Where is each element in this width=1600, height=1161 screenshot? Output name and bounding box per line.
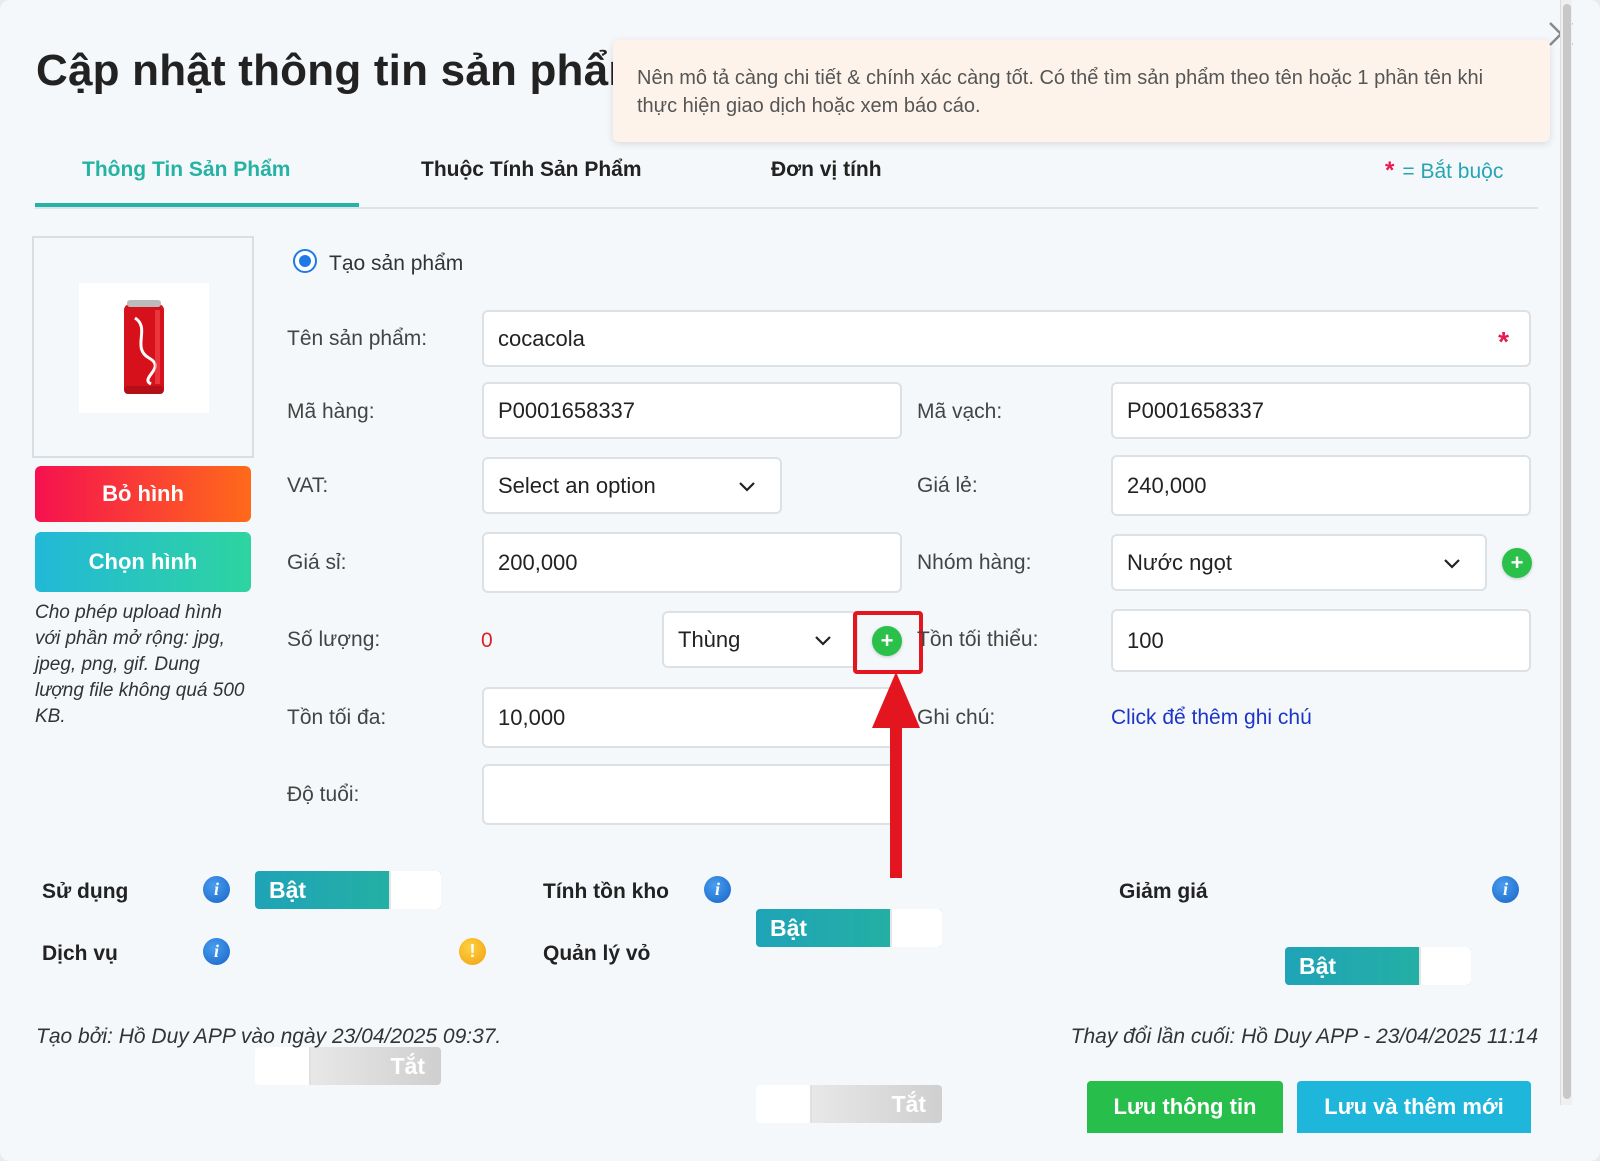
- use-label: Sử dụng: [42, 880, 129, 903]
- add-group-button[interactable]: +: [1502, 548, 1532, 578]
- sku-value: P0001658337: [498, 397, 636, 423]
- use-toggle[interactable]: Bật: [255, 871, 441, 909]
- required-legend: * = Bắt buộc: [1385, 157, 1503, 185]
- stock-tracking-toggle-state: Bật: [770, 915, 808, 941]
- max-stock-input[interactable]: 10,000: [482, 687, 902, 748]
- min-stock-input[interactable]: 100: [1111, 609, 1531, 672]
- choose-image-button[interactable]: Chọn hình: [35, 532, 251, 592]
- wholesale-price-value: 200,000: [498, 549, 578, 575]
- service-toggle-state: Tắt: [390, 1053, 426, 1079]
- info-icon[interactable]: i: [203, 938, 230, 965]
- toggle-knob: [255, 1047, 311, 1085]
- plus-icon: +: [1510, 550, 1524, 575]
- coca-cola-can-image: [124, 300, 164, 394]
- scrollbar[interactable]: [1560, 0, 1572, 1105]
- active-tab-indicator: [35, 203, 359, 207]
- toggle-knob: [1419, 947, 1471, 985]
- discount-toggle-state: Bật: [1299, 953, 1337, 979]
- min-stock-label: Tồn tối thiểu:: [917, 628, 1039, 651]
- warning-icon[interactable]: !: [459, 938, 486, 965]
- wholesale-price-label: Giá sỉ:: [287, 551, 347, 574]
- toggle-knob: [389, 871, 441, 909]
- retail-price-value: 240,000: [1127, 472, 1207, 498]
- add-note-link[interactable]: Click để thêm ghi chú: [1111, 706, 1312, 730]
- page-title: Cập nhật thông tin sản phẩm: [36, 46, 648, 95]
- info-icon[interactable]: i: [1492, 876, 1519, 903]
- barcode-label: Mã vạch:: [917, 400, 1003, 423]
- max-stock-label: Tồn tối đa:: [287, 706, 387, 729]
- tabs-divider: [35, 207, 1538, 209]
- required-star: *: [1498, 326, 1509, 357]
- age-label: Độ tuổi:: [287, 783, 360, 806]
- discount-toggle[interactable]: Bật: [1285, 947, 1471, 985]
- unit-value: Thùng: [678, 626, 741, 652]
- shell-management-label: Quản lý vỏ: [543, 942, 651, 965]
- retail-price-label: Giá lẻ:: [917, 474, 978, 497]
- wholesale-price-input[interactable]: 200,000: [482, 532, 902, 593]
- upload-note: Cho phép upload hình với phần mở rộng: j…: [35, 602, 245, 727]
- tab-product-info[interactable]: Thông Tin Sản Phẩm: [82, 158, 290, 182]
- toggle-knob: [756, 1085, 812, 1123]
- modified-info: Thay đổi lần cuối: Hồ Duy APP - 23/04/20…: [1070, 1025, 1538, 1048]
- use-toggle-state: Bật: [269, 877, 307, 903]
- product-group-select[interactable]: Nước ngọt: [1111, 534, 1487, 591]
- vat-value: Select an option: [498, 472, 656, 498]
- service-toggle[interactable]: Tắt: [255, 1047, 441, 1085]
- info-icon[interactable]: i: [203, 876, 230, 903]
- discount-label: Giảm giá: [1119, 880, 1208, 903]
- tab-units[interactable]: Đơn vị tính: [771, 158, 882, 182]
- product-image: [79, 283, 209, 413]
- stock-tracking-toggle[interactable]: Bật: [756, 909, 942, 947]
- chevron-down-icon: [815, 635, 831, 646]
- product-name-value: cocacola: [498, 325, 585, 351]
- product-name-label: Tên sản phẩm:: [287, 327, 428, 350]
- retail-price-input[interactable]: 240,000: [1111, 455, 1531, 516]
- product-group-label: Nhóm hàng:: [917, 551, 1032, 574]
- create-product-radio[interactable]: [293, 249, 317, 273]
- scrollbar-thumb[interactable]: [1563, 4, 1571, 1099]
- created-info: Tạo bởi: Hồ Duy APP vào ngày 23/04/2025 …: [36, 1025, 502, 1048]
- annotation-arrow: [872, 672, 920, 878]
- product-group-value: Nước ngọt: [1127, 549, 1232, 575]
- chevron-down-icon: [1444, 558, 1460, 569]
- chevron-down-icon: [739, 481, 755, 492]
- create-product-label: Tạo sản phẩm: [329, 252, 464, 275]
- min-stock-value: 100: [1127, 627, 1164, 653]
- required-legend-text: = Bắt buộc: [1402, 160, 1504, 183]
- product-modal: Cập nhật thông tin sản phẩm Nên mô tả cà…: [0, 0, 1600, 1161]
- toggle-knob: [890, 909, 942, 947]
- service-label: Dịch vụ: [42, 942, 118, 965]
- quantity-value: 0: [481, 629, 493, 652]
- highlight-box: [853, 611, 923, 674]
- product-image-box: [32, 236, 254, 458]
- product-name-input[interactable]: cocacola *: [482, 310, 1531, 367]
- sku-input[interactable]: P0001658337: [482, 382, 902, 439]
- age-input[interactable]: [482, 764, 902, 825]
- vat-select[interactable]: Select an option: [482, 457, 782, 514]
- save-button[interactable]: Lưu thông tin: [1087, 1081, 1283, 1133]
- shell-management-toggle[interactable]: Tắt: [756, 1085, 942, 1123]
- unit-select[interactable]: Thùng: [662, 611, 858, 668]
- note-label: Ghi chú:: [917, 706, 996, 729]
- info-icon[interactable]: i: [704, 876, 731, 903]
- barcode-input[interactable]: P0001658337: [1111, 382, 1531, 439]
- shell-management-toggle-state: Tắt: [891, 1091, 927, 1117]
- max-stock-value: 10,000: [498, 704, 566, 730]
- vat-label: VAT:: [287, 474, 329, 497]
- help-tooltip: Nên mô tả càng chi tiết & chính xác càng…: [613, 40, 1550, 142]
- remove-image-button[interactable]: Bỏ hình: [35, 466, 251, 522]
- stock-tracking-label: Tính tồn kho: [543, 880, 669, 903]
- required-star: *: [1385, 157, 1395, 184]
- quantity-label: Số lượng:: [287, 628, 381, 651]
- save-and-new-button[interactable]: Lưu và thêm mới: [1297, 1081, 1531, 1133]
- tab-product-attributes[interactable]: Thuộc Tính Sản Phẩm: [421, 158, 642, 182]
- barcode-value: P0001658337: [1127, 397, 1265, 423]
- sku-label: Mã hàng:: [287, 400, 375, 423]
